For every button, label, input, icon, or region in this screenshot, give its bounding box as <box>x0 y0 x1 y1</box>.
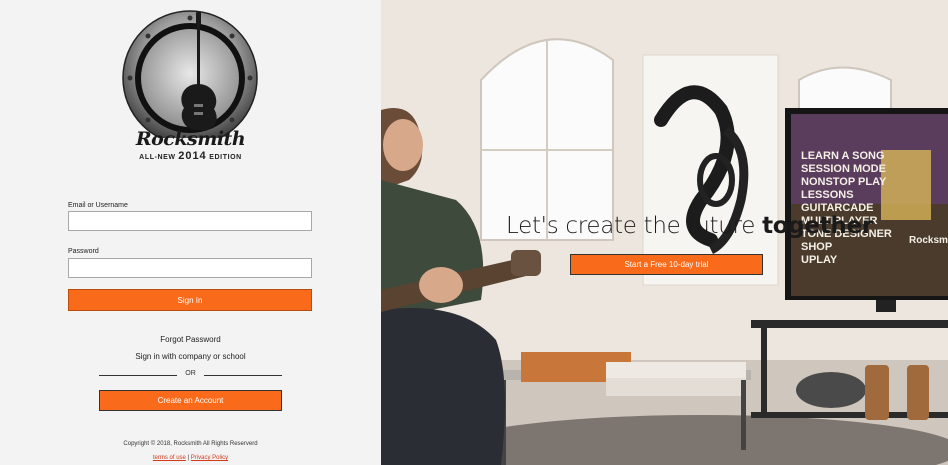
tv-menu-item: SHOP <box>801 241 833 253</box>
legal-links: terms of use | Privacy Policy <box>0 455 381 461</box>
tv-menu-item: UPLAY <box>801 254 838 266</box>
or-divider: OR <box>99 369 282 381</box>
email-label: Email or Username <box>68 202 128 209</box>
rocksmith-logo: Rocksmith ALL-NEW 2014 EDITION <box>118 8 263 163</box>
tv-menu-item: SESSION MODE <box>801 163 886 175</box>
email-field[interactable] <box>68 211 312 231</box>
logo-edition-year: 2014 <box>178 150 207 162</box>
copyright-text: Copyright © 2018, Rocksmith All Rights R… <box>123 441 258 447</box>
hero-headline-bold: together <box>762 213 873 239</box>
logo-edition-post: EDITION <box>209 154 242 161</box>
sign-in-button[interactable]: Sign In <box>68 289 312 311</box>
legal-separator: | <box>187 455 190 461</box>
tv-menu-item: NONSTOP PLAY <box>801 176 887 188</box>
hero-panel: LEARN A SONG SESSION MODE NONSTOP PLAY L… <box>381 0 948 465</box>
password-field[interactable] <box>68 258 312 278</box>
tv-brand: Rocksm <box>909 235 948 246</box>
terms-of-use-link[interactable]: terms of use <box>153 455 186 461</box>
create-account-button[interactable]: Create an Account <box>99 390 282 411</box>
privacy-policy-link[interactable]: Privacy Policy <box>191 455 228 461</box>
forgot-password-link[interactable]: Forgot Password <box>0 335 381 344</box>
logo-edition-pre: ALL-NEW <box>139 154 176 161</box>
tv-menu: LEARN A SONG SESSION MODE NONSTOP PLAY L… <box>801 150 892 267</box>
tv-menu-item: LESSONS <box>801 189 854 201</box>
sso-sign-in-link[interactable]: Sign in with company or school <box>0 352 381 361</box>
hero-headline-light: Let's create the future <box>506 213 763 239</box>
porthole-guitar-icon <box>122 10 258 146</box>
divider-line-right <box>204 375 282 376</box>
free-trial-button[interactable]: Start a Free 10-day trial <box>570 254 763 275</box>
password-label: Password <box>68 248 99 255</box>
login-panel: Rocksmith ALL-NEW 2014 EDITION Email or … <box>0 0 381 465</box>
logo-edition: ALL-NEW 2014 EDITION <box>118 150 263 162</box>
logo-wordmark: Rocksmith <box>135 128 246 150</box>
hero-headline: Let's create the future together <box>506 213 873 239</box>
tv-menu-item: LEARN A SONG <box>801 150 885 162</box>
